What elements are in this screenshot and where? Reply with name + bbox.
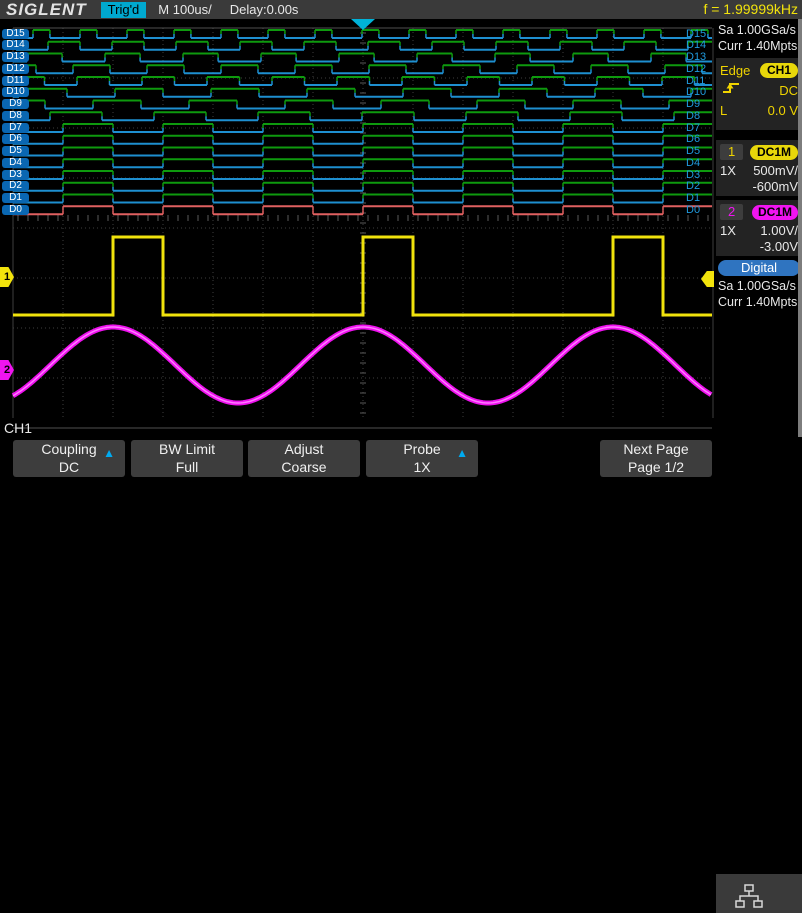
- digital-label-right-d13: D13: [686, 52, 714, 62]
- digital-label-left-d3[interactable]: D3: [2, 170, 29, 180]
- digital-label-left-d15[interactable]: D15: [2, 29, 29, 39]
- digital-label-right-d11: D11: [686, 76, 714, 86]
- trigger-coupling-value: DC: [779, 83, 798, 98]
- digital-label-right-d7: D7: [686, 123, 714, 133]
- ch2-scale-value: 1.00V/: [760, 223, 798, 238]
- ch1-coupling-badge: DC1M: [750, 145, 798, 160]
- ch1-panel: 1 DC1M 1X 500mV/ -600mV: [716, 140, 802, 196]
- digital-memory-readout: Curr 1.40Mpts: [718, 294, 802, 310]
- digital-label-left-d1[interactable]: D1: [2, 193, 29, 203]
- trigger-panel: Edge CH1 DC L 0.0 V: [716, 58, 802, 130]
- status-corner-panel: [716, 874, 802, 913]
- digital-label-left-d6[interactable]: D6: [2, 134, 29, 144]
- ch2-offset-value: -3.00V: [760, 239, 798, 254]
- adjust-button-label: Adjust: [248, 440, 360, 458]
- bw-limit-button-value: Full: [131, 458, 243, 476]
- ch1-number-tab: 1: [720, 144, 743, 160]
- digital-label-left-d5[interactable]: D5: [2, 146, 29, 156]
- digital-label-left-d14[interactable]: D14: [2, 40, 29, 50]
- ch2-number-tab: 2: [720, 204, 743, 220]
- next-page-button-value: Page 1/2: [600, 458, 712, 476]
- waveform-plot-area: D15D15D14D14D13D13D12D12D11D11D10D10D9D9…: [0, 0, 716, 481]
- sample-rate-readout: Sa 1.00GSa/s: [718, 22, 802, 38]
- sidebar: Sa 1.00GSa/s Curr 1.40Mpts Edge CH1 DC L…: [716, 19, 802, 437]
- timebase-readout: M 100us/: [158, 2, 211, 17]
- probe-button[interactable]: Probe 1X ▲: [366, 440, 478, 477]
- trigger-level-label: L: [720, 103, 727, 118]
- digital-label-left-d4[interactable]: D4: [2, 158, 29, 168]
- digital-label-left-d0[interactable]: D0: [2, 205, 29, 215]
- digital-label-right-d14: D14: [686, 40, 714, 50]
- ch2-probe-value: 1X: [720, 223, 736, 238]
- trigger-position-icon[interactable]: [351, 19, 375, 30]
- digital-label-right-d10: D10: [686, 87, 714, 97]
- delay-readout: Delay:0.00s: [230, 2, 299, 17]
- waveform-svg: [0, 0, 716, 481]
- adjust-button-value: Coarse: [248, 458, 360, 476]
- digital-label-right-d9: D9: [686, 99, 714, 109]
- ch2-coupling-badge: DC1M: [752, 205, 798, 220]
- brand-logo: SIGLENT: [6, 0, 87, 20]
- digital-panel: Digital Sa 1.00GSa/s Curr 1.40Mpts: [716, 260, 802, 310]
- up-arrow-icon: ▲: [456, 444, 468, 462]
- digital-label-right-d1: D1: [686, 193, 714, 203]
- next-page-button[interactable]: Next Page Page 1/2: [600, 440, 712, 477]
- digital-label-right-d12: D12: [686, 64, 714, 74]
- digital-label-right-d0: D0: [686, 205, 714, 215]
- digital-label-left-d13[interactable]: D13: [2, 52, 29, 62]
- memory-depth-readout: Curr 1.40Mpts: [718, 38, 802, 54]
- digital-button[interactable]: Digital: [718, 260, 800, 276]
- softkey-menu-bar: Coupling DC ▲ BW Limit Full Adjust Coars…: [0, 437, 802, 481]
- digital-sample-rate-readout: Sa 1.00GSa/s: [718, 278, 802, 294]
- rising-edge-icon: [720, 80, 742, 100]
- digital-label-left-d7[interactable]: D7: [2, 123, 29, 133]
- digital-label-left-d9[interactable]: D9: [2, 99, 29, 109]
- bw-limit-button-label: BW Limit: [131, 440, 243, 458]
- trigger-level-value: 0.0 V: [768, 103, 798, 118]
- digital-label-right-d3: D3: [686, 170, 714, 180]
- digital-label-right-d5: D5: [686, 146, 714, 156]
- digital-label-right-d8: D8: [686, 111, 714, 121]
- digital-label-left-d8[interactable]: D8: [2, 111, 29, 121]
- ch1-scale-value: 500mV/: [753, 163, 798, 178]
- coupling-button[interactable]: Coupling DC ▲: [13, 440, 125, 477]
- bw-limit-button[interactable]: BW Limit Full: [131, 440, 243, 477]
- next-page-button-label: Next Page: [600, 440, 712, 458]
- sidebar-edge-strip: [798, 19, 802, 475]
- digital-label-right-d6: D6: [686, 134, 714, 144]
- digital-label-right-d15: D15: [686, 29, 714, 39]
- active-channel-footer: CH1: [4, 420, 32, 436]
- ch1-offset-value: -600mV: [752, 179, 798, 194]
- ch2-panel: 2 DC1M 1X 1.00V/ -3.00V: [716, 200, 802, 256]
- digital-label-left-d11[interactable]: D11: [2, 76, 29, 86]
- adjust-button[interactable]: Adjust Coarse: [248, 440, 360, 477]
- up-arrow-icon: ▲: [103, 444, 115, 462]
- lan-icon: [734, 884, 764, 910]
- frequency-counter: f = 1.99999kHz: [703, 1, 798, 17]
- digital-label-right-d4: D4: [686, 158, 714, 168]
- oscilloscope-screen: D15D15D14D14D13D13D12D12D11D11D10D10D9D9…: [0, 0, 802, 481]
- status-bar: SIGLENT Trig'd M 100us/ Delay:0.00s f = …: [0, 0, 802, 19]
- digital-label-right-d2: D2: [686, 181, 714, 191]
- trigger-mode-label: Edge: [720, 63, 750, 78]
- trigger-status-badge: Trig'd: [101, 2, 147, 18]
- digital-label-left-d2[interactable]: D2: [2, 181, 29, 191]
- ch1-probe-value: 1X: [720, 163, 736, 178]
- digital-label-left-d12[interactable]: D12: [2, 64, 29, 74]
- trigger-source-badge: CH1: [760, 63, 798, 78]
- digital-label-left-d10[interactable]: D10: [2, 87, 29, 97]
